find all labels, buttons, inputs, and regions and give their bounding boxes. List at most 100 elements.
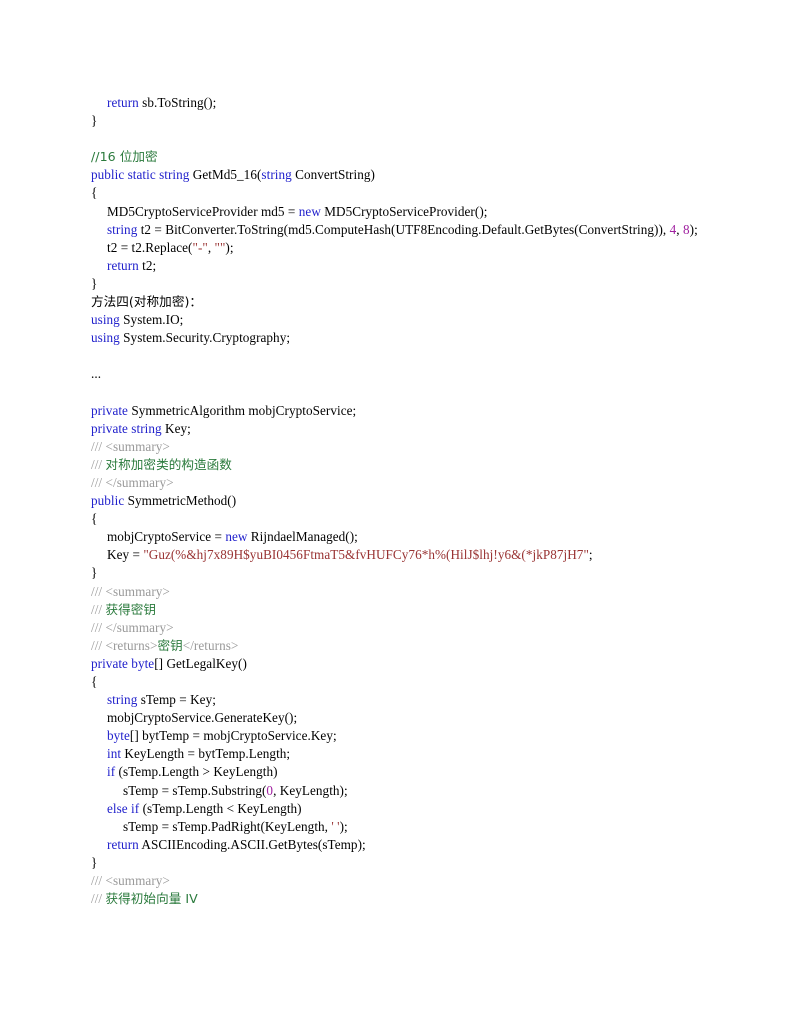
code-line: else if (sTemp.Length < KeyLength): [91, 800, 731, 818]
code-line: int KeyLength = bytTemp.Length;: [91, 745, 731, 763]
code-line: ...: [91, 365, 731, 383]
code-token-kw: string: [107, 692, 138, 708]
code-token-plain: sTemp = sTemp.PadRight(KeyLength,: [123, 818, 332, 834]
code-token-plain: );: [225, 239, 234, 255]
code-line: MD5CryptoServiceProvider md5 = new MD5Cr…: [91, 203, 731, 221]
code-token-plain: }: [91, 565, 98, 581]
code-line: /// </summary>: [91, 474, 731, 492]
code-line: if (sTemp.Length > KeyLength): [91, 763, 731, 781]
code-line: /// 对称加密类的构造函数: [91, 456, 731, 474]
code-line: sTemp = sTemp.PadRight(KeyLength, ' ');: [91, 818, 731, 836]
code-token-plain: {: [91, 511, 98, 527]
code-token-plain: (sTemp.Length < KeyLength): [139, 800, 302, 816]
code-token-kw: int: [107, 746, 122, 762]
code-line: /// <summary>: [91, 438, 731, 456]
code-token-kw: new: [225, 529, 248, 545]
document-page: return sb.ToString();} //16 位加密 public st…: [0, 0, 800, 1036]
code-line: {: [91, 673, 731, 691]
code-token-plain: mobjCryptoService =: [107, 529, 226, 545]
code-line: return ASCIIEncoding.ASCII.GetBytes(sTem…: [91, 836, 731, 854]
code-token-doc: /// <summary>: [91, 438, 170, 454]
code-token-kw: private string: [91, 420, 162, 436]
code-token-plain: SymmetricMethod(): [124, 493, 237, 509]
code-token-kw: public static string: [91, 167, 190, 183]
code-token-plain: KeyLength = bytTemp.Length;: [121, 746, 291, 762]
code-token-plain: RijndaelManaged();: [247, 529, 358, 545]
code-token-cmt: 获得密钥: [105, 601, 157, 617]
code-token-plain: [] GetLegalKey(): [154, 655, 247, 671]
code-token-plain: Key =: [107, 547, 144, 563]
code-token-kw: private byte: [91, 655, 155, 671]
code-token-plain: , KeyLength);: [273, 782, 348, 798]
code-token-kw: return: [107, 836, 139, 852]
code-line: t2 = t2.Replace("-", "");: [91, 239, 731, 257]
code-token-kw: byte: [107, 728, 130, 744]
code-line: mobjCryptoService.GenerateKey();: [91, 709, 731, 727]
code-token-cmt: 对称加密类的构造函数: [105, 456, 232, 472]
code-token-doc: ///: [91, 601, 106, 617]
code-token-plain: }: [91, 275, 98, 291]
code-line: public static string GetMd5_16(string Co…: [91, 166, 731, 184]
code-token-str: ' ': [331, 818, 340, 834]
code-token-doc: /// <summary>: [91, 583, 170, 599]
code-line: /// 获得初始向量 IV: [91, 890, 731, 908]
code-token-plain: ...: [91, 366, 102, 382]
code-token-kw: private: [91, 402, 128, 418]
code-token-doc: </returns>: [182, 637, 239, 653]
code-line: /// <summary>: [91, 872, 731, 890]
code-token-kw: return: [107, 95, 139, 110]
code-token-doc: /// </summary>: [91, 474, 174, 490]
code-token-kw: public: [91, 493, 125, 509]
code-line: {: [91, 510, 731, 528]
code-token-plain: [] bytTemp = mobjCryptoService.Key;: [129, 728, 337, 744]
code-token-plain: mobjCryptoService.GenerateKey();: [107, 710, 298, 726]
code-token-plain: t2 = BitConverter.ToString(md5.ComputeHa…: [137, 221, 670, 237]
code-token-plain: sTemp = Key;: [137, 692, 216, 708]
code-token-cmt: 密钥: [157, 637, 183, 653]
code-line: sTemp = sTemp.Substring(0, KeyLength);: [91, 782, 731, 800]
code-token-plain: }: [91, 113, 98, 129]
code-token-str: "-": [192, 239, 208, 255]
code-line: return t2;: [91, 257, 731, 275]
code-token-plain: System.IO;: [119, 312, 184, 328]
code-token-plain: Key;: [161, 420, 191, 436]
code-token-str: "Guz(%&hj7x89H$yuBI0456FtmaT5&fvHUFCy76*…: [143, 547, 589, 563]
code-line: string t2 = BitConverter.ToString(md5.Co…: [91, 221, 731, 239]
code-line: using System.Security.Cryptography;: [91, 329, 731, 347]
code-token-kw: if: [107, 764, 116, 780]
code-line: return sb.ToString();: [91, 94, 731, 112]
code-token-plain: GetMd5_16(: [189, 167, 262, 183]
code-line: Key = "Guz(%&hj7x89H$yuBI0456FtmaT5&fvHU…: [91, 546, 731, 564]
code-token-doc: ///: [91, 891, 106, 907]
code-token-kw: string: [107, 221, 138, 237]
code-line: /// 获得密钥: [91, 601, 731, 619]
code-token-doc: /// <returns>: [91, 637, 158, 653]
code-token-plain: {: [91, 674, 98, 689]
code-token-num: 8: [682, 221, 690, 237]
code-token-plain: MD5CryptoServiceProvider md5 =: [107, 203, 299, 219]
code-listing: return sb.ToString();} //16 位加密 public st…: [91, 94, 731, 908]
code-token-kw: using: [91, 330, 120, 346]
code-line: byte[] bytTemp = mobjCryptoService.Key;: [91, 727, 731, 745]
code-line: mobjCryptoService = new RijndaelManaged(…: [91, 528, 731, 546]
code-token-plain: t2;: [138, 257, 157, 273]
code-line: //16 位加密: [91, 148, 731, 166]
code-token-plain: MD5CryptoServiceProvider();: [320, 203, 488, 219]
code-line: public SymmetricMethod(): [91, 492, 731, 510]
code-line: /// </summary>: [91, 619, 731, 637]
code-line: private SymmetricAlgorithm mobjCryptoSer…: [91, 402, 731, 420]
code-line: }: [91, 854, 731, 872]
code-line: private byte[] GetLegalKey(): [91, 655, 731, 673]
code-token-plain: ASCIIEncoding.ASCII.GetBytes(sTemp);: [138, 836, 366, 852]
code-line: }: [91, 112, 731, 130]
code-line: }: [91, 564, 731, 582]
code-token-kw: else if: [107, 800, 140, 816]
code-token-doc: ///: [91, 456, 106, 472]
code-line: string sTemp = Key;: [91, 691, 731, 709]
code-token-plain: {: [91, 185, 98, 201]
code-token-plain: ;: [588, 547, 593, 563]
code-line: {: [91, 184, 731, 202]
code-token-plain: ,: [676, 221, 683, 237]
